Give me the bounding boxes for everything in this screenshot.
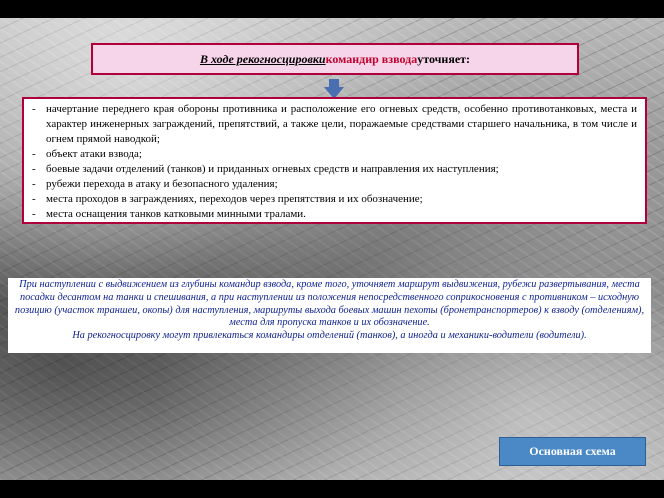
- main-scheme-button-label: Основная схема: [529, 444, 616, 458]
- bullet-dash: -: [32, 163, 36, 175]
- title-box: В ходе рекогносцировки командир взвода у…: [91, 43, 579, 75]
- list-item: - боевые задачи отделений (танков) и прид…: [32, 162, 637, 177]
- list-item: - места проходов в заграждениях, переходо…: [32, 192, 637, 207]
- note-box: При наступлении с выдвижением из глубины…: [8, 278, 651, 353]
- title-highlight-text: командир взвода: [325, 51, 418, 66]
- bullet-dash: -: [32, 178, 36, 190]
- list-item: - рубежи перехода в атаку и безопасного у…: [32, 177, 637, 192]
- main-scheme-button[interactable]: Основная схема: [499, 437, 646, 466]
- list-item-text: объект атаки взвода;: [46, 148, 142, 160]
- down-arrow-icon: [324, 79, 344, 99]
- bullet-dash: -: [32, 148, 36, 160]
- list-item-text: боевые задачи отделений (танков) и прида…: [46, 163, 499, 175]
- list-item: - объект атаки взвода;: [32, 147, 637, 162]
- clarification-list: - начертание переднего края обороны проти…: [32, 102, 637, 222]
- title-rest-text: уточняет:: [417, 51, 471, 66]
- note-paragraph-2: На рекогносцировку могут привлекаться ко…: [72, 330, 587, 342]
- list-item: - места оснащения танков катковыми минным…: [32, 207, 637, 222]
- list-item-text: начертание переднего края обороны против…: [46, 103, 637, 145]
- note-paragraph-1: При наступлении с выдвижением из глубины…: [14, 279, 645, 329]
- list-item-text: места проходов в заграждениях, переходов…: [46, 193, 423, 205]
- clarification-list-box: - начертание переднего края обороны проти…: [22, 97, 647, 224]
- list-item: - начертание переднего края обороны проти…: [32, 102, 637, 147]
- list-item-text: рубежи перехода в атаку и безопасного уд…: [46, 178, 278, 190]
- bullet-dash: -: [32, 103, 36, 115]
- bullet-dash: -: [32, 193, 36, 205]
- list-item-text: места оснащения танков катковыми минными…: [46, 208, 306, 220]
- title-italic-text: В ходе рекогносцировки: [199, 51, 326, 66]
- bullet-dash: -: [32, 208, 36, 220]
